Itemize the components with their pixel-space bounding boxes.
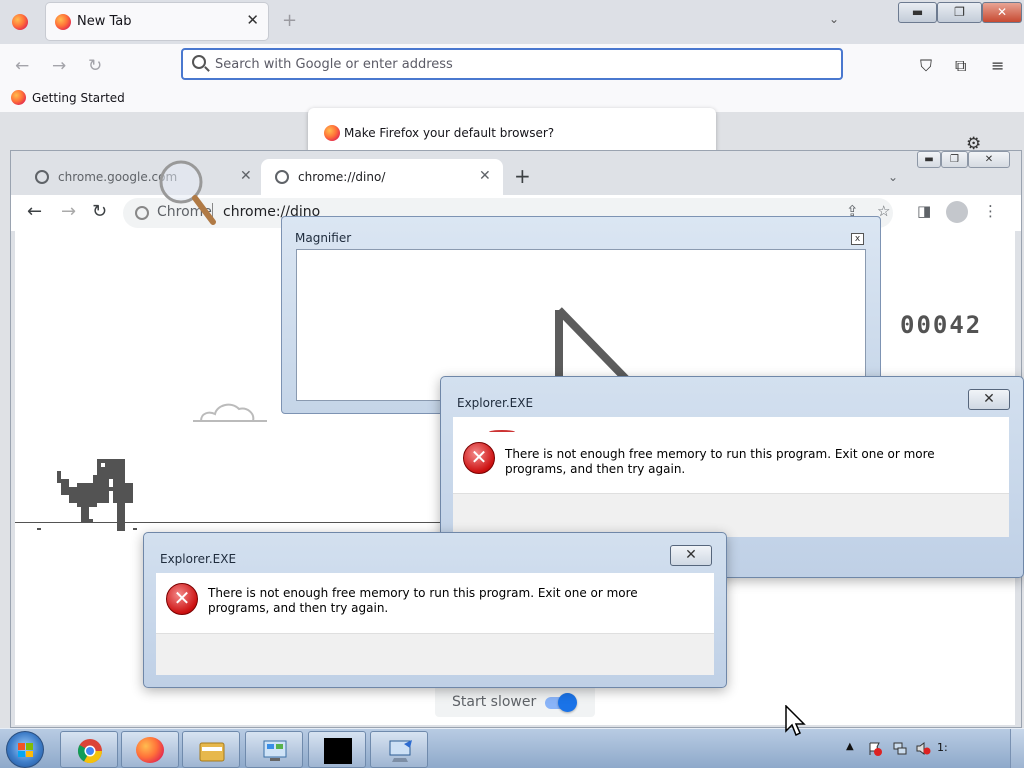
- taskbar-control-panel[interactable]: [245, 731, 303, 768]
- reload-icon[interactable]: ↻: [92, 201, 107, 222]
- profile-avatar-icon[interactable]: [946, 201, 968, 223]
- taskbar-explorer[interactable]: [182, 731, 240, 768]
- volume-muted-icon[interactable]: [915, 741, 931, 756]
- taskbar-chrome[interactable]: [60, 731, 118, 768]
- dialog-title: Explorer.EXE: [457, 396, 534, 410]
- black-window-icon: [324, 738, 352, 764]
- dialog-footer: [453, 493, 1009, 537]
- close-button[interactable]: ✕: [670, 545, 712, 566]
- dialog-footer: [156, 633, 714, 675]
- globe-icon: [35, 170, 49, 184]
- taskbar-firefox[interactable]: [121, 731, 179, 768]
- close-window-button[interactable]: ✕: [968, 151, 1010, 168]
- start-button[interactable]: [6, 731, 44, 768]
- forward-icon[interactable]: →: [61, 201, 76, 222]
- back-icon[interactable]: ←: [27, 201, 42, 222]
- windows-logo-icon: [18, 743, 33, 757]
- firefox-icon: [11, 90, 26, 105]
- search-icon: [192, 55, 206, 69]
- toggle-knob[interactable]: [558, 693, 577, 712]
- taskbar-black-window[interactable]: [308, 731, 366, 768]
- new-tab-button[interactable]: +: [282, 10, 297, 31]
- chrome-page-icon: [135, 206, 149, 220]
- bookmarks-toolbar: Getting Started: [0, 88, 1024, 110]
- show-desktop-button[interactable]: [1010, 729, 1024, 768]
- clock[interactable]: 1:: [937, 741, 948, 754]
- forward-icon[interactable]: →: [52, 56, 66, 76]
- side-panel-icon[interactable]: ◨: [917, 202, 931, 220]
- start-slower-label: Start slower: [452, 694, 537, 710]
- pocket-icon[interactable]: ⛉: [920, 56, 932, 76]
- score-counter: 00042: [900, 311, 983, 339]
- firefox-address-bar[interactable]: Search with Google or enter address: [181, 48, 843, 80]
- error-dialog: Explorer.EXE ✕ ✕ There is not enough fre…: [143, 532, 727, 688]
- firefox-icon: [324, 125, 340, 141]
- minimize-button[interactable]: ▬: [898, 2, 937, 23]
- globe-icon: [275, 170, 289, 184]
- close-tab-icon[interactable]: ✕: [479, 168, 491, 184]
- list-all-tabs-icon[interactable]: ⌄: [829, 12, 839, 26]
- maximize-button[interactable]: ❐: [941, 151, 968, 168]
- error-icon: ✕: [463, 442, 495, 474]
- address-placeholder: Search with Google or enter address: [215, 57, 453, 72]
- firefox-icon: [55, 14, 71, 30]
- back-icon[interactable]: ←: [15, 56, 29, 76]
- dialog-body: ✕ There is not enough free memory to run…: [453, 417, 1009, 493]
- default-browser-text: Make Firefox your default browser?: [344, 126, 555, 140]
- start-slower-toggle[interactable]: Start slower: [435, 685, 595, 717]
- bookmark-getting-started[interactable]: Getting Started: [32, 91, 125, 105]
- tab-chrome-web-store[interactable]: chrome.google.com ✕: [21, 159, 266, 195]
- close-tab-icon[interactable]: ✕: [246, 11, 259, 29]
- close-tab-icon[interactable]: ✕: [240, 168, 252, 184]
- tab-title: chrome://dino/: [298, 170, 386, 184]
- dialog-message: There is not enough free memory to run t…: [208, 586, 638, 615]
- firefox-tab-new-tab[interactable]: New Tab ✕: [46, 3, 268, 40]
- dialog-title: Explorer.EXE: [160, 552, 237, 566]
- control-panel-icon: [263, 740, 287, 761]
- firefox-tab-bar: New Tab ✕ + ⌄ ▬ ❐ ✕: [0, 0, 1024, 44]
- new-tab-button[interactable]: +: [514, 164, 531, 188]
- firefox-icon[interactable]: [12, 14, 28, 30]
- dialog-body: ✕ There is not enough free memory to run…: [156, 573, 714, 633]
- magnifier-title: Magnifier: [295, 231, 352, 245]
- ground-pebble: [133, 528, 137, 530]
- taskbar: ▲ 1:: [0, 728, 1024, 768]
- firefox-icon: [136, 737, 164, 763]
- dino-icon: [57, 459, 133, 531]
- dialog-message: There is not enough free memory to run t…: [505, 447, 935, 476]
- tab-title: New Tab: [77, 14, 132, 29]
- extensions-icon[interactable]: ⧉: [955, 56, 966, 76]
- ground-pebble: [37, 528, 41, 530]
- action-center-icon[interactable]: [867, 741, 883, 756]
- firefox-nav-bar: ← → ↻ Search with Google or enter addres…: [0, 44, 1024, 88]
- chrome-icon: [77, 739, 102, 764]
- close-window-button[interactable]: ✕: [982, 2, 1022, 23]
- cloud-icon: [193, 403, 267, 422]
- network-icon[interactable]: [892, 741, 908, 756]
- minimize-button[interactable]: ▬: [917, 151, 941, 168]
- close-button[interactable]: ✕: [968, 389, 1010, 410]
- default-browser-prompt: Make Firefox your default browser?: [308, 108, 716, 156]
- magnifier-lens-icon: [159, 160, 216, 225]
- remote-desktop-icon: [389, 740, 412, 762]
- reload-icon[interactable]: ↻: [88, 56, 102, 76]
- close-icon[interactable]: x: [851, 233, 864, 245]
- chrome-menu-icon[interactable]: ⋮: [983, 202, 998, 220]
- mouse-pointer-icon: [785, 705, 806, 737]
- ghost-icon-edge: [489, 430, 515, 434]
- menu-icon[interactable]: ≡: [991, 56, 1004, 75]
- show-hidden-icons-arrow[interactable]: ▲: [846, 741, 854, 752]
- taskbar-remote-desktop[interactable]: [370, 731, 428, 768]
- file-explorer-icon: [199, 742, 225, 762]
- tab-search-icon[interactable]: ⌄: [888, 170, 898, 184]
- error-icon: ✕: [166, 583, 198, 615]
- maximize-button[interactable]: ❐: [937, 2, 982, 23]
- tab-dino[interactable]: chrome://dino/ ✕: [261, 159, 503, 195]
